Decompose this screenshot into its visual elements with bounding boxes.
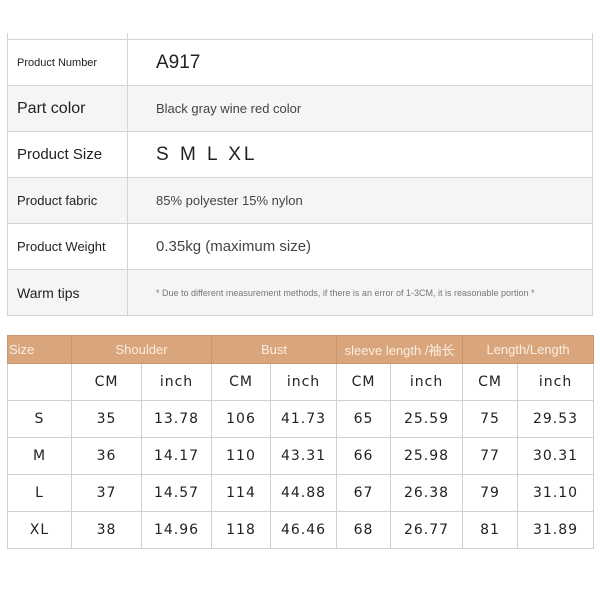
measurement-cell: 25.98	[390, 437, 464, 475]
unit-cell: inch	[517, 363, 595, 401]
measurement-cell: 43.31	[270, 437, 338, 475]
measurement-cell: 25.59	[390, 400, 464, 438]
size-row: S 35 13.78 106 41.73 65 25.59 75 29.53	[7, 400, 595, 438]
unit-cell: CM	[336, 363, 392, 401]
spec-row: Product Weight 0.35kg (maximum size)	[7, 223, 593, 270]
measurement-cell: 75	[462, 400, 519, 438]
measurement-cell: 118	[211, 511, 272, 549]
spec-value: Black gray wine red color	[127, 85, 593, 132]
header-sleeve-length: sleeve length /袖长	[336, 335, 464, 364]
measurement-cell: 114	[211, 474, 272, 512]
units-blank	[7, 363, 72, 401]
spec-row: Product Size S M L XL	[7, 131, 593, 178]
measurement-cell: 14.96	[140, 511, 213, 549]
spec-value: A917	[127, 39, 593, 86]
unit-cell: inch	[390, 363, 464, 401]
spec-value: S M L XL	[127, 131, 593, 178]
size-row: L 37 14.57 114 44.88 67 26.38 79 31.10	[7, 474, 595, 512]
measurement-cell: 31.10	[517, 474, 595, 512]
measurement-cell: 29.53	[517, 400, 595, 438]
unit-cell: inch	[270, 363, 338, 401]
size-row: XL 38 14.96 118 46.46 68 26.77 81 31.89	[7, 511, 595, 549]
measurement-cell: 66	[336, 437, 392, 475]
measurement-cell: 14.57	[140, 474, 213, 512]
spec-label: Part color	[7, 85, 128, 132]
spec-label: Product Number	[7, 39, 128, 86]
size-chart-table: Size Shoulder Bust sleeve length /袖长 Len…	[7, 335, 595, 549]
unit-cell: inch	[140, 363, 213, 401]
header-bust: Bust	[211, 335, 338, 364]
header-shoulder: Shoulder	[70, 335, 213, 364]
spec-value: 85% polyester 15% nylon	[127, 177, 593, 224]
spec-value: * Due to different measurement methods, …	[127, 269, 593, 316]
measurement-cell: 26.77	[390, 511, 464, 549]
measurement-cell: 35	[71, 400, 142, 438]
units-row: CM inch CM inch CM inch CM inch	[7, 363, 595, 401]
unit-cell: CM	[211, 363, 272, 401]
measurement-cell: 37	[71, 474, 142, 512]
size-label: S	[7, 400, 72, 438]
spec-row: Warm tips * Due to different measurement …	[7, 269, 593, 316]
size-row: M 36 14.17 110 43.31 66 25.98 77 30.31	[7, 437, 595, 475]
size-label: M	[7, 437, 72, 475]
measurement-cell: 30.31	[517, 437, 595, 475]
measurement-cell: 46.46	[270, 511, 338, 549]
measurement-cell: 31.89	[517, 511, 595, 549]
unit-cell: CM	[462, 363, 519, 401]
header-length: Length/Length	[462, 335, 595, 364]
measurement-cell: 77	[462, 437, 519, 475]
product-spec-table: Product Number A917 Part color Black gray w…	[7, 33, 593, 316]
measurement-cell: 79	[462, 474, 519, 512]
header-size: Size	[7, 335, 72, 364]
size-label: L	[7, 474, 72, 512]
spec-row: Product fabric 85% polyester 15% nylon	[7, 177, 593, 224]
spec-label: Product fabric	[7, 177, 128, 224]
spec-row: Product Number A917	[7, 39, 593, 86]
measurement-cell: 36	[71, 437, 142, 475]
measurement-cell: 14.17	[140, 437, 213, 475]
measurement-cell: 38	[71, 511, 142, 549]
measurement-cell: 41.73	[270, 400, 338, 438]
measurement-cell: 26.38	[390, 474, 464, 512]
measurement-cell: 106	[211, 400, 272, 438]
spec-value: 0.35kg (maximum size)	[127, 223, 593, 270]
unit-cell: CM	[71, 363, 142, 401]
measurement-cell: 65	[336, 400, 392, 438]
size-header-row: Size Shoulder Bust sleeve length /袖长 Len…	[7, 335, 595, 364]
spec-label: Warm tips	[7, 269, 128, 316]
measurement-cell: 68	[336, 511, 392, 549]
measurement-cell: 44.88	[270, 474, 338, 512]
spec-label: Product Size	[7, 131, 128, 178]
measurement-cell: 67	[336, 474, 392, 512]
spec-label: Product Weight	[7, 223, 128, 270]
measurement-cell: 110	[211, 437, 272, 475]
measurement-cell: 81	[462, 511, 519, 549]
measurement-cell: 13.78	[140, 400, 213, 438]
size-label: XL	[7, 511, 72, 549]
spec-row: Part color Black gray wine red color	[7, 85, 593, 132]
